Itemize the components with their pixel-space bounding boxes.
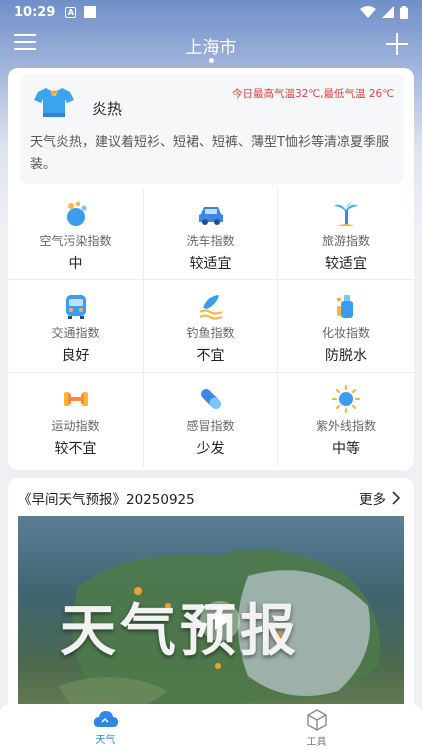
index-value: 防脱水 bbox=[325, 348, 367, 364]
fishing-icon bbox=[198, 295, 222, 320]
index-label: 紫外线指数 bbox=[315, 419, 376, 433]
more-link[interactable]: 更多 bbox=[359, 488, 402, 508]
chevron-right-icon bbox=[392, 491, 401, 505]
status-bar: 10:29 A bbox=[0, 0, 422, 24]
index-label: 洗车指数 bbox=[186, 234, 235, 248]
wifi-icon bbox=[360, 6, 376, 18]
index-cell-uv[interactable]: 紫外线指数 中等 bbox=[278, 373, 414, 467]
index-label: 交通指数 bbox=[51, 326, 100, 340]
menu-icon[interactable] bbox=[14, 34, 36, 54]
index-cell-travel[interactable]: 旅游指数 较适宜 bbox=[278, 188, 414, 280]
index-cell-cold[interactable]: 感冒指数 少发 bbox=[144, 373, 278, 467]
index-label: 空气污染指数 bbox=[39, 234, 112, 248]
index-cell-sport[interactable]: 运动指数 较不宜 bbox=[8, 373, 144, 467]
weather-cloud-icon bbox=[93, 711, 118, 727]
travel-icon bbox=[334, 202, 358, 226]
index-value: 良好 bbox=[61, 348, 90, 364]
uv-icon bbox=[332, 385, 360, 413]
traffic-icon bbox=[65, 295, 86, 319]
city-title[interactable]: 上海市 bbox=[186, 33, 237, 58]
shirt-icon bbox=[34, 88, 74, 117]
video-overlay-text: 天气预报 bbox=[60, 599, 300, 664]
index-label: 感冒指数 bbox=[186, 419, 235, 433]
status-time: 10:29 bbox=[14, 4, 56, 20]
notification-a-icon: A bbox=[65, 6, 77, 18]
battery-icon bbox=[400, 5, 408, 19]
index-cell-car-wash[interactable]: 洗车指数 较适宜 bbox=[144, 188, 278, 280]
air-pollution-icon bbox=[66, 201, 87, 226]
play-icon[interactable] bbox=[200, 601, 240, 641]
temperature-range: 今日最高气温32℃,最低气温 26℃ bbox=[232, 88, 394, 100]
life-index-card: 炎热 今日最高气温32℃,最低气温 26℃ 天气炎热，建议着短衫、短裙、短裤、薄… bbox=[8, 68, 414, 470]
sport-icon bbox=[63, 392, 88, 406]
car-wash-icon bbox=[198, 207, 223, 225]
index-cell-traffic[interactable]: 交通指数 良好 bbox=[8, 280, 144, 373]
makeup-icon bbox=[337, 295, 353, 318]
index-value: 较适宜 bbox=[325, 256, 367, 272]
nav-label-weather: 天气 bbox=[95, 735, 116, 746]
index-label: 运动指数 bbox=[51, 419, 100, 433]
index-value: 较适宜 bbox=[189, 256, 232, 272]
more-label: 更多 bbox=[359, 492, 386, 508]
index-value: 不宜 bbox=[196, 348, 225, 364]
nav-label-tools: 工具 bbox=[306, 737, 327, 748]
index-cell-air[interactable]: 空气污染指数 中 bbox=[8, 188, 144, 280]
index-label: 化妆指数 bbox=[321, 326, 370, 340]
index-cell-fishing[interactable]: 钓鱼指数 不宜 bbox=[144, 280, 278, 373]
video-title[interactable]: 《早间天气预报》20250925 bbox=[18, 488, 195, 508]
index-value: 中 bbox=[68, 256, 83, 272]
add-city-icon[interactable] bbox=[386, 33, 408, 55]
nav-tab-weather[interactable]: 天气 bbox=[0, 704, 211, 750]
notification-square-icon bbox=[84, 6, 97, 18]
index-label: 钓鱼指数 bbox=[186, 326, 235, 340]
video-thumbnail[interactable]: 天气预报 bbox=[18, 516, 404, 716]
app-header: 上海市 bbox=[0, 24, 422, 66]
index-value: 中等 bbox=[332, 441, 360, 457]
nav-tab-tools[interactable]: 工具 bbox=[211, 704, 422, 750]
index-value: 较不宜 bbox=[54, 441, 97, 457]
bottom-nav: 天气 工具 bbox=[0, 704, 422, 750]
page-indicator-dot bbox=[209, 58, 214, 63]
dress-advice-card[interactable]: 炎热 今日最高气温32℃,最低气温 26℃ 天气炎热，建议着短衫、短裙、短裤、薄… bbox=[20, 74, 404, 184]
index-grid: 空气污染指数 中 洗车指数 较适宜 旅游指数 较适宜 交通指数 良好 钓鱼指数 … bbox=[8, 188, 414, 467]
dress-description: 天气炎热，建议着短衫、短裙、短裤、薄型T恤衫等清凉夏季服装。 bbox=[30, 135, 389, 172]
index-cell-makeup[interactable]: 化妆指数 防脱水 bbox=[278, 280, 414, 373]
dress-title: 炎热 bbox=[92, 100, 123, 118]
signal-icon bbox=[382, 6, 394, 18]
index-label: 旅游指数 bbox=[321, 234, 370, 248]
forecast-video-card: 《早间天气预报》20250925 更多 天气预报 bbox=[8, 478, 414, 718]
tools-cube-icon bbox=[306, 709, 327, 731]
cold-icon bbox=[200, 389, 221, 409]
index-value: 少发 bbox=[196, 441, 225, 457]
